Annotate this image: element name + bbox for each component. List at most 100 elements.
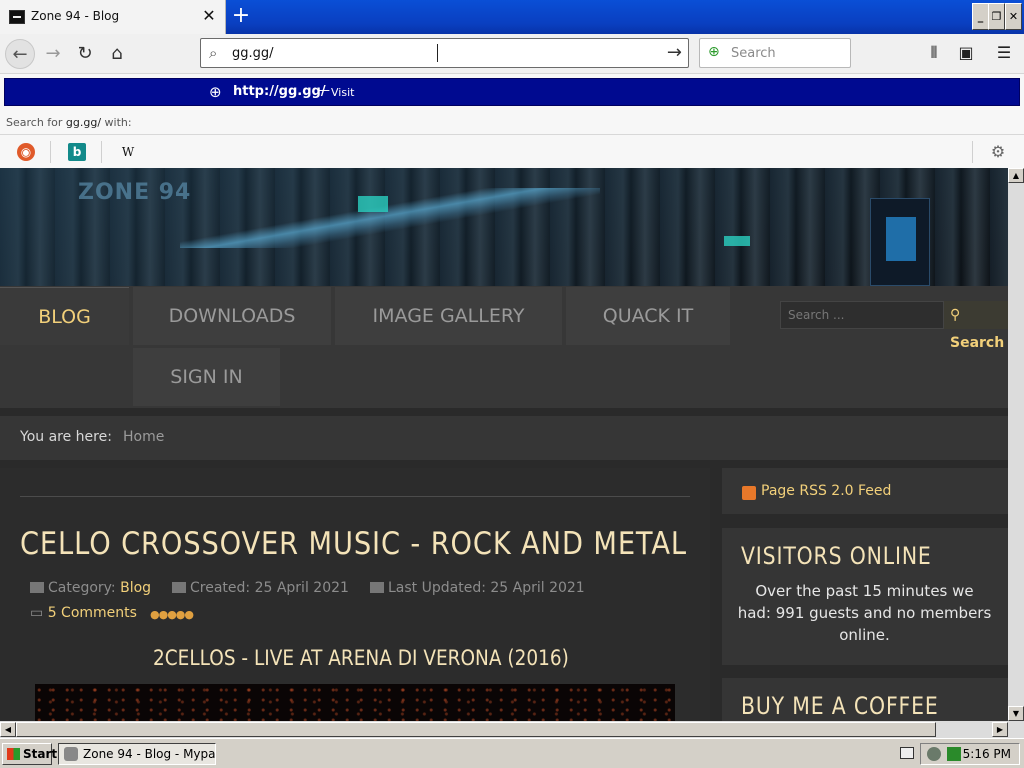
close-window-button[interactable]: ✕ — [1005, 3, 1022, 30]
system-tray: 5:16 PM — [920, 743, 1020, 765]
site-search-placeholder: Search ... — [788, 308, 845, 322]
visitors-text: Over the past 15 minutes we had: 991 gue… — [737, 582, 992, 644]
tab-title: Zone 94 - Blog — [31, 9, 120, 23]
breadcrumb-label: You are here: — [20, 429, 112, 445]
start-button[interactable]: Start — [2, 743, 57, 765]
engine-separator — [101, 141, 102, 163]
horizontal-scrollbar[interactable]: ◀ ▶ — [0, 721, 1024, 738]
keyboard-icon[interactable] — [900, 747, 914, 759]
address-input[interactable]: gg.gg/ — [232, 46, 274, 61]
windows-logo-icon — [7, 748, 20, 760]
url-suggestions-popup: ⊕ http://gg.gg/ — Visit Search for gg.gg… — [0, 74, 1024, 168]
menu-item-quack-it[interactable]: QUACK IT — [566, 287, 730, 345]
category-label: Category: — [48, 580, 116, 596]
scroll-right-arrow-icon[interactable]: ▶ — [992, 722, 1008, 737]
article-updated: Last Updated: 25 April 2021 — [370, 580, 585, 596]
scroll-thumb[interactable] — [16, 722, 936, 737]
home-button[interactable]: ⌂ — [102, 39, 132, 69]
folder-icon — [30, 582, 44, 593]
wikipedia-icon[interactable]: W — [119, 143, 137, 161]
search-placeholder: Search — [731, 46, 776, 61]
browser-search-box[interactable]: ⊕ Search — [699, 38, 851, 68]
search-for-suffix: with: — [101, 116, 132, 129]
search-icon: ⌕ — [209, 44, 218, 62]
sidebar-icon[interactable]: ▣ — [955, 42, 977, 64]
go-arrow-icon[interactable]: → — [667, 42, 682, 63]
tab-strip: Zone 94 - Blog ✕ + _ ❐ ✕ — [0, 0, 1024, 34]
nav-toolbar: ← → ↻ ⌂ ⌕ gg.gg/ → ⊕ Search ⫴ ▣ ☰ — [0, 34, 1024, 74]
banner-art — [180, 188, 600, 248]
site-logo[interactable]: ZONE 94 — [78, 180, 191, 205]
article-created: Created: 25 April 2021 — [172, 580, 349, 596]
comments-link[interactable]: ▭ 5 Comments — [30, 605, 137, 621]
breadcrumb-home: Home — [123, 429, 165, 445]
web-page: ZONE 94 BLOG DOWNLOADS IMAGE GALLERY QUA… — [0, 168, 1008, 721]
gear-icon[interactable]: ⚙ — [989, 143, 1007, 161]
site-search-button-label: Search — [950, 335, 1005, 351]
menu-item-image-gallery[interactable]: IMAGE GALLERY — [335, 287, 562, 345]
updated-date: Last Updated: 25 April 2021 — [388, 580, 585, 596]
scroll-left-arrow-icon[interactable]: ◀ — [0, 722, 16, 737]
breadcrumb: You are here: Home — [0, 416, 1008, 460]
rss-widget: Page RSS 2.0 Feed — [722, 468, 1008, 514]
visit-label: Visit — [331, 86, 355, 99]
site-menu: BLOG DOWNLOADS IMAGE GALLERY QUACK IT SI… — [0, 286, 1008, 408]
rss-link[interactable]: Page RSS 2.0 Feed — [761, 483, 891, 499]
banner-art — [358, 196, 388, 212]
duckduckgo-icon[interactable]: ◉ — [17, 143, 35, 161]
text-cursor — [437, 44, 438, 62]
coffee-widget: BUY ME A COFFEE — [722, 678, 1008, 721]
start-label: Start — [23, 747, 58, 761]
scroll-up-arrow-icon[interactable]: ▲ — [1008, 168, 1024, 183]
restore-button[interactable]: ❐ — [988, 3, 1005, 30]
taskbar: Start Zone 94 - Blog - Mypal 5:16 PM — [0, 738, 1024, 768]
minimize-button[interactable]: _ — [972, 3, 989, 30]
banner-art — [886, 217, 916, 261]
search-engines-row: ◉ b W ⚙ — [0, 134, 1024, 168]
category-link[interactable]: Blog — [120, 580, 151, 596]
video-player[interactable] — [35, 684, 675, 721]
calendar-icon — [172, 582, 186, 593]
browser-app-icon — [64, 747, 78, 761]
taskbar-item-browser[interactable]: Zone 94 - Blog - Mypal — [58, 743, 216, 765]
visitors-title: VISITORS ONLINE — [741, 542, 932, 570]
vertical-scrollbar[interactable]: ▲ ▼ — [1008, 168, 1024, 721]
menu-item-blog[interactable]: BLOG — [0, 287, 129, 345]
forward-button[interactable]: → — [38, 39, 68, 69]
scroll-down-arrow-icon[interactable]: ▼ — [1008, 706, 1024, 721]
browser-tab[interactable]: Zone 94 - Blog ✕ — [0, 0, 226, 34]
menu-icon[interactable]: ☰ — [993, 42, 1015, 64]
new-tab-button[interactable]: + — [229, 4, 253, 28]
article-category: Category: Blog — [30, 580, 151, 596]
site-banner: ZONE 94 — [0, 168, 1008, 286]
created-date: Created: 25 April 2021 — [190, 580, 349, 596]
site-search-input[interactable]: Search ... — [780, 301, 944, 329]
tray-icon[interactable] — [927, 747, 941, 761]
visit-url: http://gg.gg/ — [233, 84, 326, 99]
reload-button[interactable]: ↻ — [70, 39, 100, 69]
tab-close-icon[interactable]: ✕ — [199, 6, 219, 26]
visit-suggestion[interactable]: ⊕ http://gg.gg/ — Visit — [4, 78, 1020, 106]
visitors-widget: VISITORS ONLINE Over the past 15 minutes… — [722, 528, 1008, 665]
site-search-button[interactable]: ⚲ Search — [944, 301, 1008, 351]
menu-item-downloads[interactable]: DOWNLOADS — [133, 287, 331, 345]
rating-stars[interactable]: ●●●●● — [150, 608, 194, 621]
article-area: CELLO CROSSOVER MUSIC - ROCK AND METAL C… — [0, 468, 710, 721]
engine-separator — [972, 141, 973, 163]
rss-icon — [742, 486, 756, 500]
engine-separator — [50, 141, 51, 163]
library-icon[interactable]: ⫴ — [923, 42, 945, 64]
video-title: 2CELLOS - LIVE AT ARENA DI VERONA (2016) — [153, 646, 569, 670]
taskbar-item-label: Zone 94 - Blog - Mypal — [83, 747, 216, 761]
bing-icon[interactable]: b — [68, 143, 86, 161]
menu-item-sign-in[interactable]: SIGN IN — [133, 348, 280, 406]
search-for-term: gg.gg/ — [65, 116, 102, 129]
tray-icon[interactable] — [947, 747, 961, 761]
back-button[interactable]: ← — [5, 39, 35, 69]
comment-icon: ▭ — [30, 605, 44, 621]
address-bar[interactable]: ⌕ gg.gg/ → — [200, 38, 689, 68]
search-for-prefix: Search for — [6, 116, 66, 129]
site-favicon-icon — [9, 10, 25, 24]
article-title[interactable]: CELLO CROSSOVER MUSIC - ROCK AND METAL — [20, 526, 687, 562]
banner-art — [724, 236, 750, 246]
